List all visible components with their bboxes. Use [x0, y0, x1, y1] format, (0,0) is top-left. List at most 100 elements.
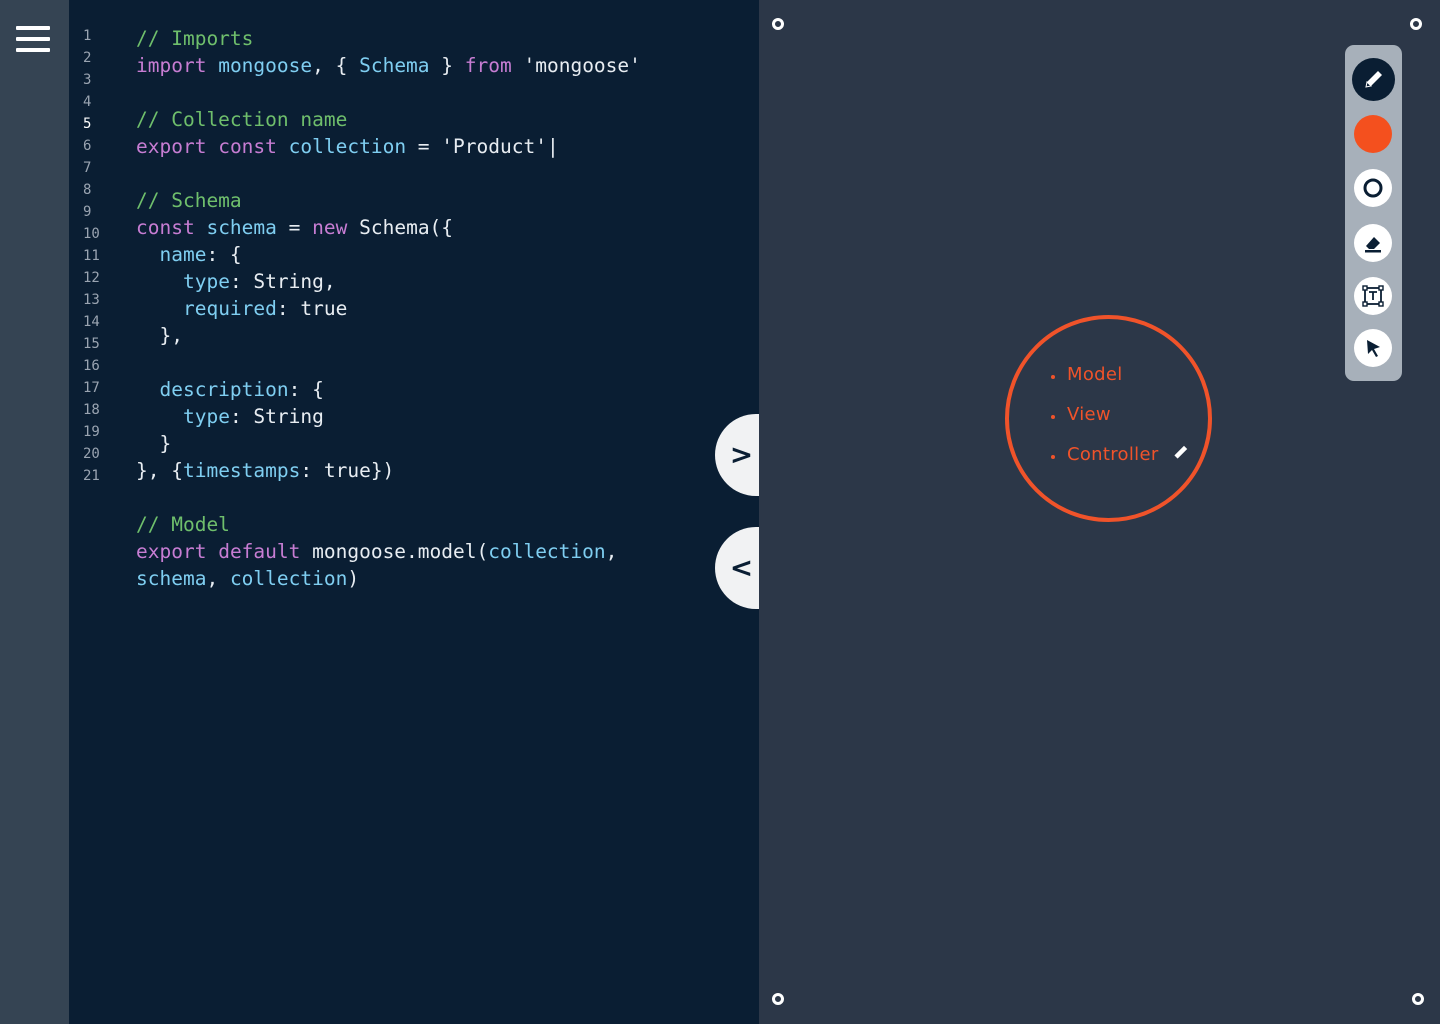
code-token: : true: [276, 297, 348, 320]
code-line: // Model: [136, 511, 230, 538]
code-token: const: [218, 135, 277, 158]
canvas-corner-handle-top-right[interactable]: [1410, 18, 1422, 30]
code-line: // Schema: [136, 187, 242, 214]
line-number: 14: [83, 314, 100, 330]
line-number: 6: [83, 138, 92, 154]
code-token: const: [136, 216, 195, 239]
code-token: type: [182, 270, 230, 293]
code-token: ,: [605, 540, 618, 563]
code-token: ): [347, 566, 360, 590]
code-token: Schema: [359, 54, 430, 77]
line-number: 4: [83, 94, 92, 110]
code-token: }, {: [136, 459, 183, 482]
line-number: 16: [83, 358, 100, 374]
color-swatch-icon[interactable]: [1354, 115, 1392, 153]
code-token: mongoose: [218, 54, 313, 77]
code-token: 'mongoose': [511, 54, 641, 77]
line-number: 2: [83, 50, 92, 66]
code-token: Schema({: [347, 216, 454, 239]
bullet-dot: [1051, 375, 1055, 379]
line-number: 11: [83, 248, 100, 264]
note-item-controller: Controller: [1067, 444, 1159, 465]
code-token: // Imports: [136, 27, 254, 50]
code-token: name: [159, 243, 207, 266]
code-token: schema: [206, 216, 277, 239]
code-token: new: [312, 216, 348, 239]
canvas-corner-handle-bottom-left[interactable]: [772, 993, 784, 1005]
line-number: 13: [83, 292, 100, 308]
left-rail: [0, 0, 69, 1024]
line-number: 9: [83, 204, 92, 220]
code-token: required: [182, 297, 277, 320]
code-token: // Collection name: [136, 108, 348, 131]
code-line: schema, collection): [136, 565, 359, 592]
code-line: type: String: [136, 403, 324, 430]
code-token: collection: [488, 540, 606, 563]
code-token: }: [136, 432, 172, 455]
line-number: 3: [83, 72, 92, 88]
cursor-arrow-icon[interactable]: [1354, 329, 1392, 367]
code-token: , {: [312, 54, 360, 77]
code-token: },: [136, 324, 183, 347]
line-number: 10: [83, 226, 100, 242]
code-token: schema: [136, 566, 207, 590]
bullet-dot: [1051, 455, 1055, 459]
code-token: from: [464, 54, 512, 77]
code-token: type: [182, 405, 230, 428]
code-token: export: [136, 135, 207, 158]
code-line: type: String,: [136, 268, 336, 295]
pencil-icon[interactable]: [1353, 59, 1394, 100]
code-line: description: {: [136, 376, 324, 403]
line-number: 20: [83, 446, 100, 462]
line-number: 18: [83, 402, 100, 418]
menu-bar: [16, 26, 50, 30]
menu-bar: [16, 48, 50, 52]
code-token: : String,: [229, 270, 336, 293]
code-line: required: true: [136, 295, 347, 322]
code-token: ,: [206, 566, 230, 590]
code-token: : {: [206, 243, 242, 266]
code-token: default: [218, 540, 301, 563]
code-token: export: [136, 540, 207, 563]
eraser-icon[interactable]: [1354, 224, 1392, 262]
code-token: collection: [288, 135, 407, 158]
code-token: }: [429, 54, 465, 77]
code-token: : String: [229, 405, 324, 428]
text-box-icon[interactable]: [1354, 277, 1392, 315]
line-number: 19: [83, 424, 100, 440]
code-line: export default mongoose.model(collection…: [136, 538, 617, 565]
code-line: // Collection name: [136, 106, 347, 133]
menu-bar: [16, 37, 50, 41]
code-token: import: [136, 54, 207, 77]
code-editor[interactable]: 1 2 3 4 5 6 7 8 9 10 11 12 13 14 15 16 17 18 19 20 21 // Imp…: [69, 0, 759, 1024]
code-token: : {: [288, 378, 324, 401]
note-item-model: Model: [1067, 364, 1123, 385]
code-line: // Imports: [136, 25, 253, 52]
line-number: 5: [83, 116, 92, 132]
line-number: 1: [83, 28, 92, 44]
line-number: 7: [83, 160, 92, 176]
canvas-corner-handle-top-left[interactable]: [772, 18, 784, 30]
code-line: import mongoose, { Schema } from 'mongoo…: [136, 52, 641, 79]
bullet-dot: [1051, 415, 1055, 419]
code-line: }, {timestamps: true}): [136, 457, 394, 484]
circle-outline-icon[interactable]: [1354, 169, 1392, 207]
code-token: =: [276, 216, 313, 239]
code-token: timestamps: [182, 459, 301, 482]
code-line: export const collection = 'Product'|: [136, 133, 559, 160]
code-token: mongoose.model(: [300, 540, 489, 563]
canvas-corner-handle-bottom-right[interactable]: [1412, 993, 1424, 1005]
note-item-view: View: [1067, 404, 1111, 425]
line-number: 17: [83, 380, 100, 396]
code-token: : true}): [300, 459, 395, 482]
code-line: },: [136, 322, 183, 349]
hamburger-menu-icon[interactable]: [16, 26, 50, 54]
